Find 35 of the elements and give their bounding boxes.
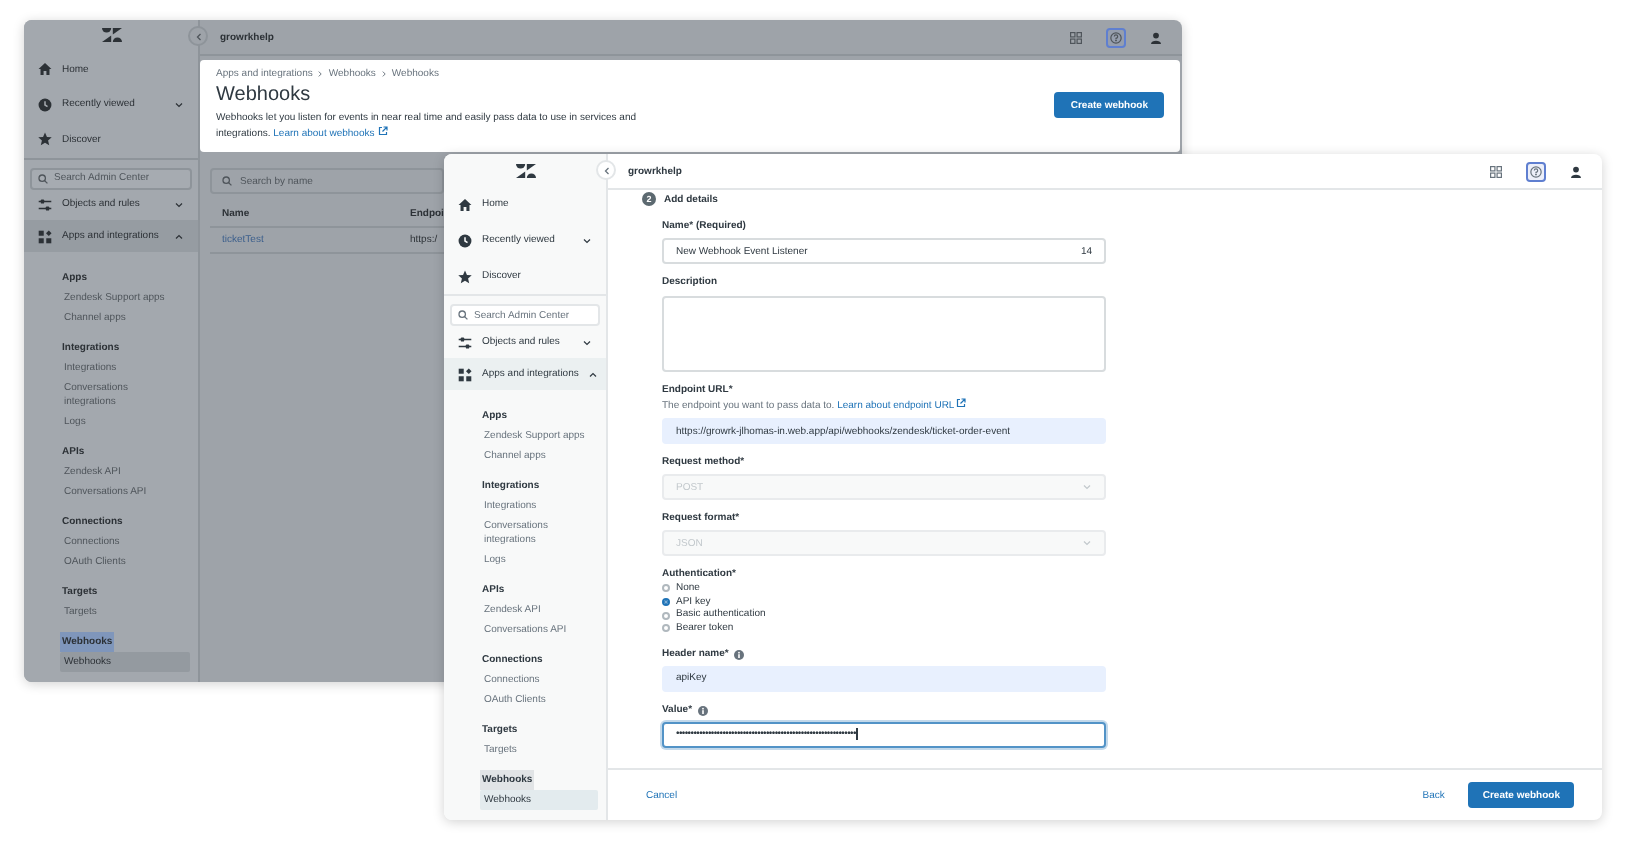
home-icon: [38, 62, 52, 77]
caret-icon: [1082, 482, 1092, 492]
chevron-icon: [193, 31, 203, 41]
page-title: Webhooks: [216, 84, 313, 108]
home-icon: [458, 197, 472, 211]
external-link-icon: [377, 126, 388, 136]
radio-button[interactable]: [662, 584, 670, 593]
user-icon: [1570, 165, 1582, 177]
sliders-icon: [38, 197, 52, 212]
collapse-button[interactable]: [188, 26, 208, 46]
star-icon: [458, 269, 472, 283]
user-icon: [1150, 31, 1162, 43]
sliders-icon: [458, 335, 472, 349]
clock-icon: [458, 233, 472, 247]
help-icon: [1110, 31, 1122, 43]
external-link-icon: [956, 398, 967, 408]
chevron-icon: [601, 165, 611, 175]
search-icon: [222, 176, 232, 186]
apps-icon: [38, 229, 52, 244]
logo-icon: [515, 163, 535, 177]
caret-icon: [1082, 538, 1092, 548]
search-icon: [38, 173, 48, 184]
apps-icon: [458, 367, 472, 381]
toolbar-button[interactable]: [1566, 161, 1586, 181]
clock-icon: [38, 97, 52, 112]
help-icon: [1530, 165, 1542, 177]
grid-icon: [1490, 165, 1502, 177]
radio-button[interactable]: [662, 598, 670, 607]
radio-button[interactable]: [662, 624, 670, 633]
toolbar-button[interactable]: [1146, 27, 1166, 47]
radio-button[interactable]: [662, 611, 670, 620]
grid-icon: [1070, 31, 1082, 43]
search-icon: [458, 310, 468, 320]
logo-icon: [101, 28, 121, 43]
star-icon: [38, 132, 52, 147]
